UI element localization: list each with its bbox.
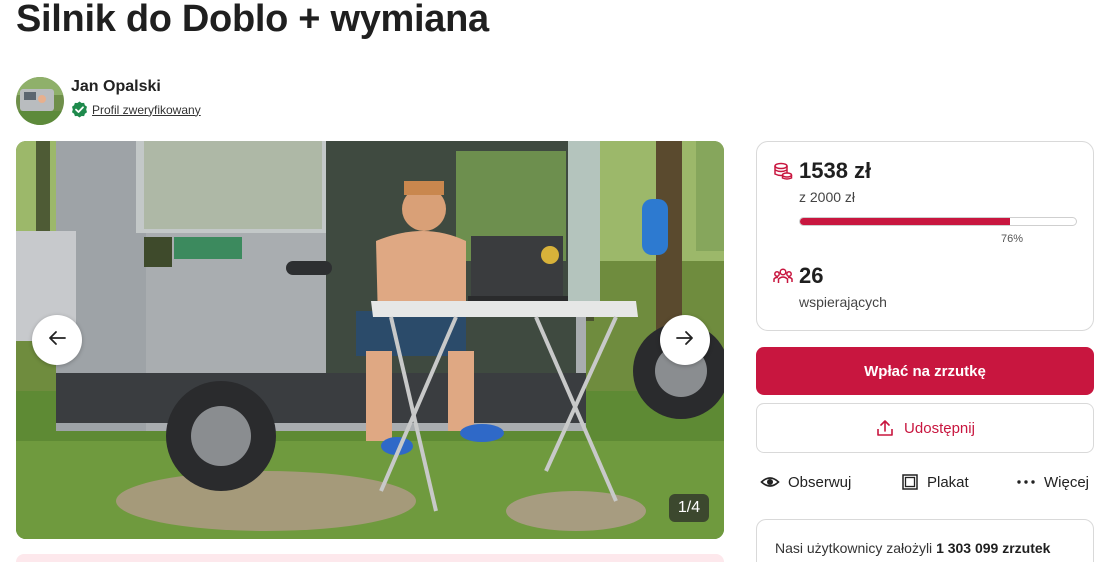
verified-profile-link[interactable]: Profil zweryfikowany — [92, 103, 201, 117]
more-button[interactable]: Więcej — [1016, 470, 1089, 494]
observe-button[interactable]: Obserwuj — [760, 470, 851, 494]
poster-label: Plakat — [927, 473, 969, 491]
coins-icon — [773, 161, 793, 181]
gallery-counter: 1/4 — [669, 494, 709, 522]
arrow-right-icon — [674, 327, 696, 354]
more-label: Więcej — [1044, 473, 1090, 491]
verified-badge-icon — [71, 101, 88, 118]
gallery-photo — [16, 141, 724, 539]
platform-stats-box: Nasi użytkownicy założyli 1 303 099 zrzu… — [756, 519, 1094, 562]
progress-bar-fill — [800, 218, 1010, 225]
supporters-count: 26 — [799, 263, 824, 288]
observe-label: Obserwuj — [788, 473, 852, 491]
eye-icon — [760, 472, 780, 492]
progress-percent: 76% — [1000, 233, 1023, 245]
arrow-left-icon — [46, 327, 68, 354]
author-name[interactable]: Jan Opalski — [71, 78, 201, 96]
supporters-icon — [773, 266, 793, 286]
platform-stats-prefix: Nasi użytkownicy założyli — [775, 540, 933, 556]
share-label: Udostępnij — [904, 419, 975, 437]
description-box-edge — [16, 554, 724, 562]
poster-icon — [901, 473, 919, 491]
funding-stats-card: 1538 zł z 2000 zł 76% 26 wspierających — [756, 141, 1094, 331]
donate-button[interactable]: Wpłać na zrzutkę — [756, 347, 1094, 395]
progress-bar — [799, 217, 1077, 226]
more-dots-icon — [1016, 472, 1036, 492]
page-title: Silnik do Doblo + wymiana — [16, 0, 489, 40]
photo-gallery[interactable]: 1/4 — [16, 141, 724, 539]
gallery-prev-button[interactable] — [32, 315, 82, 365]
goal-amount: z 2000 zł — [799, 189, 856, 205]
platform-stats-text: Nasi użytkownicy założyli 1 303 099 zrzu… — [775, 540, 1050, 556]
author-block: Jan Opalski Profil zweryfikowany — [16, 76, 201, 126]
gallery-next-button[interactable] — [660, 315, 710, 365]
share-icon — [875, 418, 895, 438]
supporters-label: wspierających — [799, 294, 887, 310]
share-button[interactable]: Udostępnij — [756, 403, 1094, 453]
avatar[interactable] — [16, 77, 64, 125]
raised-amount: 1538 zł — [799, 158, 872, 183]
poster-button[interactable]: Plakat — [901, 470, 969, 494]
platform-stats-count: 1 303 099 zrzutek — [936, 540, 1051, 556]
